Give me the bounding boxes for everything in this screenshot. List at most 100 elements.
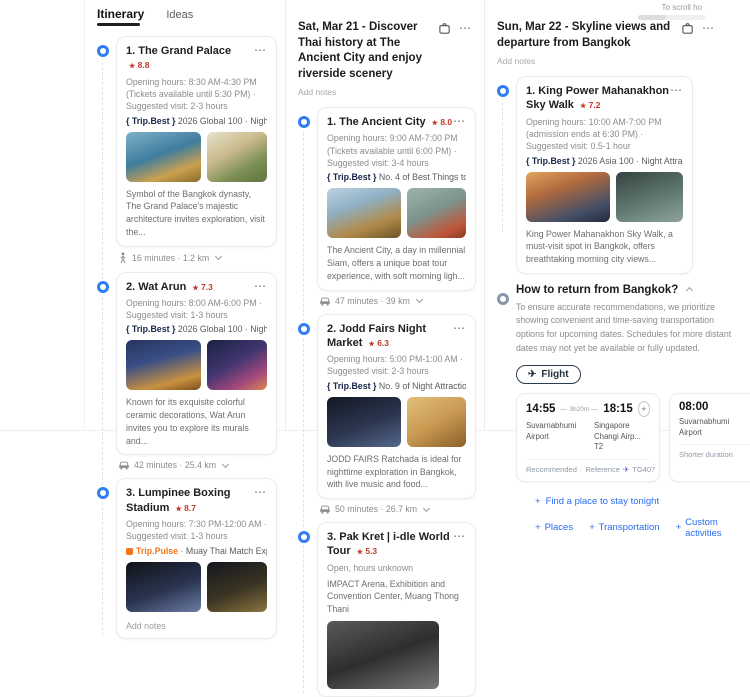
day-header: Sat, Mar 21 - Discover Thai history at T… — [286, 0, 484, 82]
place-photo[interactable] — [126, 340, 201, 391]
place-photo[interactable] — [327, 188, 401, 239]
location-marker-icon — [298, 322, 310, 335]
place-photo[interactable] — [126, 131, 201, 182]
more-options-icon[interactable]: ⋯ — [453, 530, 466, 542]
find-stay-link[interactable]: + Find a place to stay tonight — [535, 496, 742, 507]
star-icon: ★ — [356, 549, 363, 557]
add-notes-field[interactable]: Add notes — [286, 82, 484, 97]
tab-ideas[interactable]: Ideas — [166, 9, 193, 21]
place-description: Symbol of the Bangkok dynasty, The Grand… — [126, 188, 265, 237]
tab-itinerary[interactable]: Itinerary — [97, 7, 144, 26]
transport-row-car[interactable]: 47 minutes · 39 km — [298, 296, 476, 306]
luggage-icon[interactable] — [438, 22, 451, 35]
departure-time: 08:00 — [679, 401, 709, 414]
photo-row — [327, 620, 466, 689]
arrival-airport: Singapore Changi Airp... T2 — [594, 421, 641, 452]
add-transportation-link[interactable]: + Transportation — [589, 517, 659, 539]
place-description: The Ancient City, a day in millennial Si… — [327, 245, 466, 281]
place-card-lumpinee[interactable]: 3. Lumpinee Boxing Stadium ★ 8.7 ⋯ Openi… — [116, 478, 277, 639]
more-options-icon[interactable]: ⋯ — [453, 115, 466, 127]
location-marker-icon — [497, 85, 509, 98]
place-title: 1. The Ancient City ★ 8.0 — [327, 116, 453, 129]
place-title: 3. Pak Kret | i-dle World Tour ★ 5.3 — [327, 531, 450, 558]
rating-badge: ★ 7.3 — [192, 281, 213, 292]
place-card-wat-arun[interactable]: 2. Wat Arun ★ 7.3 ⋯ Opening hours: 8:00 … — [116, 271, 277, 456]
place-card-ancient-city[interactable]: 1. The Ancient City ★ 8.0 ⋯ Opening hour… — [317, 107, 476, 291]
place-photo[interactable] — [126, 561, 201, 612]
more-options-icon[interactable]: ⋯ — [459, 22, 472, 34]
location-marker-icon — [298, 531, 310, 544]
place-card-jodd-fairs[interactable]: 2. Jodd Fairs Night Market ★ 6.3 ⋯ Openi… — [317, 313, 476, 500]
add-items-row: + Places + Transportation + Custom activiti… — [535, 517, 742, 539]
flight-card-recommended[interactable]: 14:55 3h20m 18:15 + Suvarnabhumi Airport… — [516, 393, 660, 482]
chevron-up-icon — [686, 286, 694, 294]
venue-address: IMPACT Arena, Exhibition and Convention … — [327, 578, 459, 614]
photo-row — [327, 188, 466, 239]
luggage-icon[interactable] — [681, 22, 694, 35]
more-options-icon[interactable]: ⋯ — [254, 280, 267, 292]
return-transport-section: How to return from Bangkok? To ensure ac… — [497, 284, 750, 539]
place-card-grand-palace[interactable]: 1. The Grand Palace ★ 8.8 ⋯ Opening hour… — [116, 36, 277, 247]
photo-row — [327, 396, 466, 447]
place-photo[interactable] — [207, 561, 267, 612]
reference-label: Reference — [585, 464, 620, 474]
list-item: 3. Lumpinee Boxing Stadium ★ 8.7 ⋯ Openi… — [97, 478, 277, 639]
place-photo[interactable] — [406, 188, 466, 239]
more-options-icon[interactable]: ⋯ — [254, 486, 267, 498]
trip-pulse-badge: Trip.Pulse · Muay Thai Match Experience … — [126, 546, 267, 556]
day-entries: 1. King Power Mahanakhon Sky Walk ★ 7.2 … — [497, 76, 693, 274]
walk-icon — [120, 251, 126, 263]
star-icon: ★ — [175, 505, 182, 513]
trip-best-badge: Trip.Best 2026 Global 100 · Night Attrac… — [126, 324, 267, 334]
place-photo[interactable] — [526, 171, 610, 222]
airline-logo-icon: ✈ — [622, 464, 630, 474]
place-title: 1. King Power Mahanakhon Sky Walk ★ 7.2 — [526, 85, 670, 112]
place-photo[interactable] — [327, 620, 439, 689]
place-photo[interactable] — [406, 396, 466, 447]
place-card-pak-kret[interactable]: 3. Pak Kret | i-dle World Tour ★ 5.3 ⋯ O… — [317, 522, 476, 697]
itinerary-entries: 1. The Grand Palace ★ 8.8 ⋯ Opening hour… — [97, 36, 277, 639]
star-icon: ★ — [579, 103, 587, 111]
add-custom-activities-link[interactable]: + Custom activities — [676, 517, 742, 539]
return-section-title[interactable]: How to return from Bangkok? — [516, 284, 742, 296]
photo-row — [126, 561, 267, 612]
add-flight-button[interactable]: + — [637, 401, 650, 418]
chevron-down-icon — [222, 460, 230, 468]
place-photo[interactable] — [207, 131, 267, 182]
place-photo[interactable] — [207, 340, 267, 391]
place-card-mahanakhon[interactable]: 1. King Power Mahanakhon Sky Walk ★ 7.2 … — [516, 76, 693, 274]
trip-best-badge: Trip.Best 2026 Asia 100 · Night Attracti… — [526, 156, 683, 166]
open-status: Open, hours unknown — [327, 562, 414, 573]
more-options-icon[interactable]: ⋯ — [453, 322, 466, 334]
location-marker-icon — [97, 280, 109, 293]
day-entries: 1. The Ancient City ★ 8.0 ⋯ Opening hour… — [298, 107, 476, 697]
more-options-icon[interactable]: ⋯ — [254, 44, 267, 56]
itinerary-column: Itinerary Ideas 1. The Grand Palace ★ 8.… — [84, 0, 286, 639]
add-places-link[interactable]: + Places — [535, 517, 573, 539]
add-notes-field[interactable]: Add notes — [485, 51, 750, 66]
flight-mode-pill[interactable]: ✈ Flight — [516, 365, 581, 385]
rating-badge: ★ 6.3 — [368, 337, 390, 348]
flight-card-alternate[interactable]: 08:00 Suvarnabhumi Airport Shorter durat… — [669, 393, 750, 482]
rating-badge: ★ 8.7 — [175, 502, 196, 513]
add-notes-field[interactable]: Add notes — [126, 621, 267, 631]
place-description: JODD FAIRS Ratchada is ideal for nightti… — [327, 453, 462, 490]
day-column-sun-mar-22: Sun, Mar 22 - Skyline views and departur… — [485, 0, 750, 539]
more-options-icon[interactable]: ⋯ — [702, 22, 715, 34]
plus-icon: + — [535, 495, 541, 507]
transport-row-walk[interactable]: 16 minutes · 1.2 km — [97, 251, 277, 264]
opening-hours: Opening hours: 8:00 AM-6:00 PM · Suggest… — [126, 297, 262, 321]
transport-row-car[interactable]: 50 minutes · 26.7 km — [298, 504, 476, 514]
place-title: 3. Lumpinee Boxing Stadium ★ 8.7 — [126, 487, 231, 514]
flight-number: TG407 — [632, 464, 656, 474]
place-photo[interactable] — [615, 171, 683, 222]
place-photo[interactable] — [327, 396, 401, 447]
list-item: 1. The Grand Palace ★ 8.8 ⋯ Opening hour… — [97, 36, 277, 247]
more-options-icon[interactable]: ⋯ — [670, 84, 683, 96]
trip-best-badge: Trip.Best No. 4 of Best Things to Do in … — [327, 172, 466, 182]
transport-row-car[interactable]: 42 minutes · 25.4 km — [97, 460, 277, 470]
rating-badge: ★ 5.3 — [356, 546, 378, 557]
tab-bar: Itinerary Ideas — [85, 0, 285, 26]
departure-airport: Suvarnabhumi Airport — [679, 417, 730, 437]
list-item: 1. The Ancient City ★ 8.0 ⋯ Opening hour… — [298, 107, 476, 291]
